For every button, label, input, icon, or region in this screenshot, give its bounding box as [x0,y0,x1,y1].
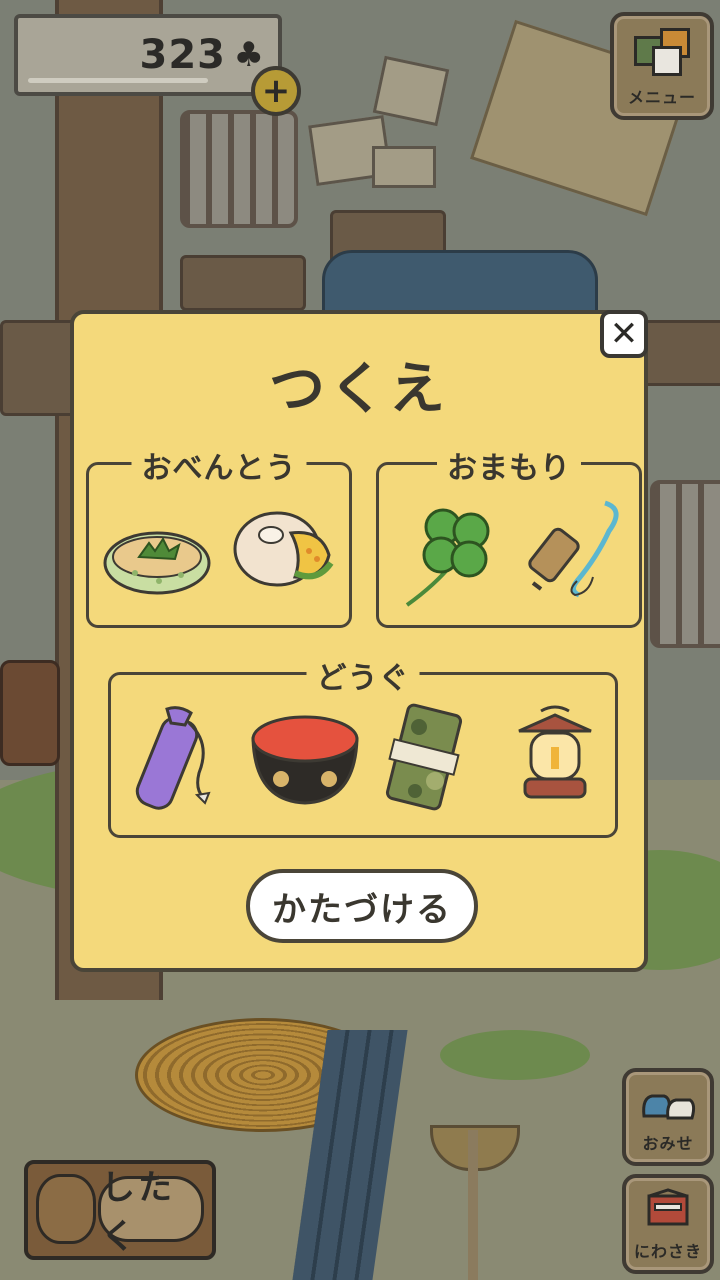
tool-section-label: どうぐ [306,653,420,697]
tool-slot-2[interactable] [245,705,365,815]
log-icon [36,1174,96,1244]
shelf-plank [180,255,306,311]
shop-button[interactable]: おみせ [622,1068,714,1166]
tool-slot-1[interactable] [119,703,239,813]
four-leaf-clover-icon [405,508,490,607]
menu-label: メニュー [627,88,696,107]
shop-label: おみせ [642,1134,694,1153]
prepare-button[interactable]: したく [24,1160,216,1260]
garden-button[interactable]: にわさき [622,1174,714,1274]
blanket [322,250,598,316]
lunch-slot-2[interactable] [225,493,345,603]
barred-window [180,110,298,228]
add-clover-button[interactable]: + [251,66,301,116]
charm-slot-1[interactable] [395,497,515,607]
standing-lamp-pole [468,1130,478,1280]
dialog-title: つくえ [269,357,449,422]
purple-bottle-icon [135,706,211,810]
menu-icon [632,28,690,76]
prepare-label: したく [98,1168,204,1257]
charm-section: おまもり [376,443,642,628]
lunch-section: おべんとう [86,443,352,628]
desk-dialog: つくえ おべんとう おまもり どうぐ かたづける [70,310,648,972]
close-button[interactable]: ✕ [600,310,648,358]
tool-section: どうぐ [108,653,618,838]
red-bowl-icon [251,715,359,805]
clover-counter: 323 ♣ [14,14,282,96]
bell-charm-icon [528,500,619,598]
bagel-sandwich-icon [233,511,334,587]
lunch-slot-1[interactable] [99,499,219,609]
lunch-section-label: おべんとう [131,443,307,487]
lantern-icon [518,705,592,799]
cleanup-button[interactable]: かたづける [246,869,478,943]
grass-patch [440,1030,590,1080]
shop-bag-icon [642,1094,696,1120]
clover-icon: ♣ [233,35,264,75]
tool-slot-4[interactable] [495,701,615,811]
mailbox-icon [647,1188,689,1226]
clay-pot [0,660,60,766]
garden-label: にわさき [633,1242,702,1261]
charm-slot-2[interactable] [519,491,639,601]
pinned-note [372,146,436,188]
tool-slot-3[interactable] [369,701,489,811]
herb-bread-icon [103,531,211,595]
charm-section-label: おまもり [437,443,581,487]
barred-window [650,480,720,648]
camo-towel-icon [385,703,463,811]
menu-button[interactable]: メニュー [610,12,714,120]
clover-count: 323 [139,32,226,78]
counter-underline [28,78,208,83]
